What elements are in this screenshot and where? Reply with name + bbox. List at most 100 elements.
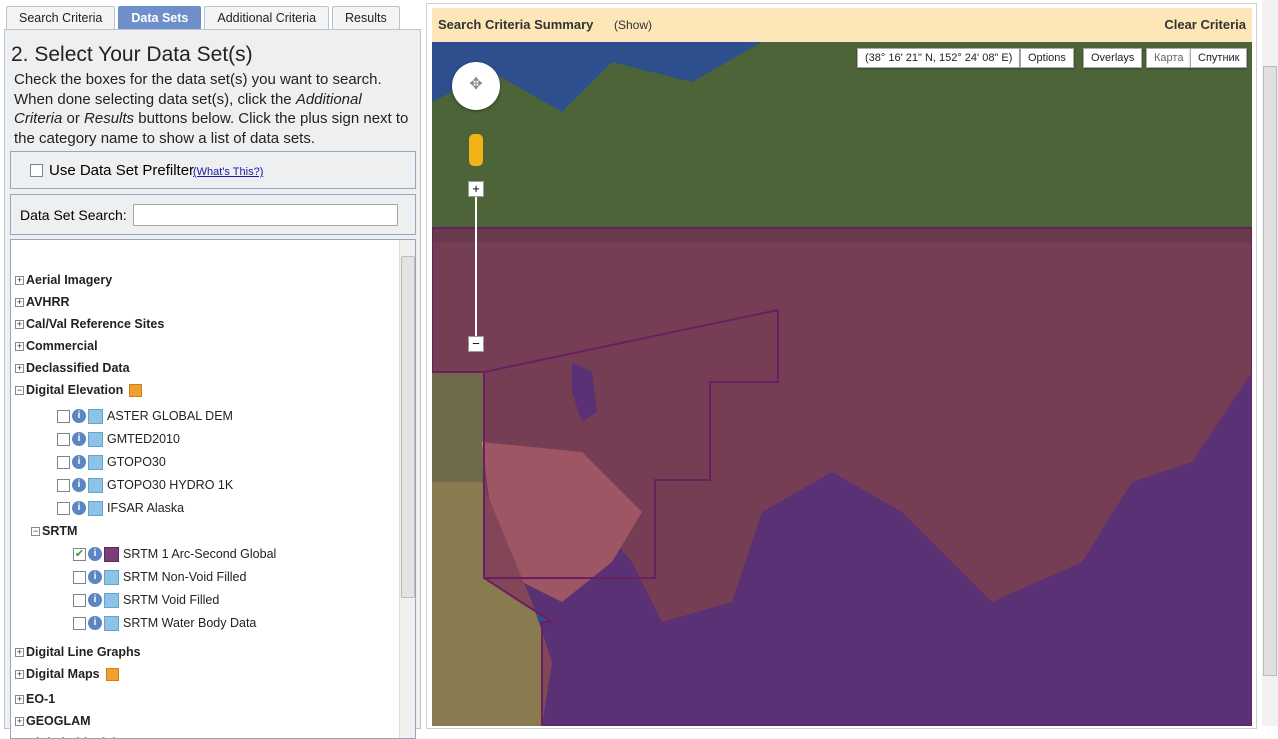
page-scrollbar-thumb[interactable] [1263, 66, 1277, 676]
srtm-footprint [432, 228, 1252, 726]
data-set-checkbox[interactable]: ✔ [73, 548, 86, 561]
tree-category-expanded[interactable]: −Digital Elevation [15, 381, 142, 399]
info-icon[interactable]: i [72, 478, 86, 492]
tree-category[interactable]: +Commercial [15, 337, 98, 355]
expand-icon[interactable]: + [15, 298, 24, 307]
options-button[interactable]: Options [1020, 48, 1074, 68]
tab-results[interactable]: Results [332, 6, 400, 30]
expand-icon[interactable]: + [15, 342, 24, 351]
expand-icon[interactable]: + [15, 320, 24, 329]
clear-criteria-link[interactable]: Clear Criteria [1164, 17, 1246, 32]
data-set-item[interactable]: i SRTM Non-Void Filled [73, 568, 246, 586]
footprint-icon[interactable] [88, 455, 103, 470]
expand-icon[interactable]: + [15, 717, 24, 726]
tree-category[interactable]: +Digital Maps [15, 665, 119, 683]
zoom-in-button[interactable]: + [468, 181, 484, 197]
footprint-icon[interactable] [88, 409, 103, 424]
info-icon[interactable]: i [88, 616, 102, 630]
data-set-checkbox[interactable] [57, 479, 70, 492]
whats-this-link[interactable]: (What's This?) [193, 166, 263, 178]
map-type-button[interactable]: Карта [1146, 48, 1191, 68]
data-set-item[interactable]: i ASTER GLOBAL DEM [57, 407, 233, 425]
footprint-icon[interactable] [88, 501, 103, 516]
info-icon[interactable]: i [72, 409, 86, 423]
data-set-search-input[interactable] [133, 204, 398, 226]
tree-category[interactable]: +Digital Line Graphs [15, 643, 141, 661]
summary-show-link[interactable]: (Show) [614, 18, 652, 32]
pan-control[interactable]: ✥ [452, 62, 500, 110]
data-set-tree: +Aerial Imagery +AVHRR +Cal/Val Reference … [10, 239, 416, 739]
collapse-icon[interactable]: − [15, 386, 24, 395]
data-set-item[interactable]: iGMTED2010 [57, 430, 180, 448]
page-title: 2. Select Your Data Set(s) [11, 43, 253, 67]
data-set-checkbox[interactable] [57, 433, 70, 446]
footprint-icon[interactable] [104, 616, 119, 631]
footprint-icon[interactable] [88, 478, 103, 493]
data-set-item[interactable]: iSRTM Water Body Data [73, 614, 256, 632]
tab-search-criteria[interactable]: Search Criteria [6, 6, 115, 30]
info-icon[interactable]: i [88, 593, 102, 607]
coordinates-readout: (38° 16' 21" N, 152° 24' 08" E) [857, 48, 1020, 68]
page-scrollbar[interactable] [1262, 0, 1278, 726]
expand-icon[interactable]: + [15, 670, 24, 679]
info-icon[interactable]: i [72, 501, 86, 515]
satellite-type-button[interactable]: Спутник [1190, 48, 1247, 68]
expand-icon[interactable]: + [15, 648, 24, 657]
tree-scrollbar[interactable] [399, 240, 415, 738]
data-sets-panel: 2. Select Your Data Set(s) Check the box… [4, 29, 421, 729]
expand-icon[interactable]: + [15, 364, 24, 373]
footprint-icon[interactable] [104, 593, 119, 608]
expand-icon[interactable]: + [15, 276, 24, 285]
subcategory-label: SRTM [42, 524, 77, 538]
prefilter-checkbox[interactable] [30, 164, 43, 177]
footprint-icon[interactable] [104, 547, 119, 562]
tree-category[interactable]: +Aerial Imagery [15, 271, 112, 289]
bulk-download-icon [129, 384, 142, 397]
data-set-item[interactable]: ✔iSRTM 1 Arc-Second Global [73, 545, 276, 563]
tree-category[interactable]: +EO-1 [15, 690, 55, 708]
tab-data-sets[interactable]: Data Sets [118, 6, 201, 30]
data-set-checkbox[interactable] [73, 594, 86, 607]
category-label: Declassified Data [26, 361, 130, 375]
data-set-item[interactable]: i SRTM Void Filled [73, 591, 219, 609]
collapse-icon[interactable]: − [31, 527, 40, 536]
tree-category[interactable]: +Declassified Data [15, 359, 130, 377]
data-set-item[interactable]: i IFSAR Alaska [57, 499, 184, 517]
info-icon[interactable]: i [72, 432, 86, 446]
pegman-icon[interactable] [469, 134, 483, 166]
tree-category[interactable]: +Global Fiducials [15, 734, 123, 739]
info-icon[interactable]: i [72, 455, 86, 469]
category-label: Digital Maps [26, 667, 100, 681]
expand-icon[interactable]: + [15, 695, 24, 704]
scrollbar-thumb[interactable] [401, 256, 415, 598]
data-set-checkbox[interactable] [57, 410, 70, 423]
zoom-slider[interactable] [475, 197, 477, 337]
data-set-label: IFSAR Alaska [107, 501, 184, 515]
data-set-label: GTOPO30 HYDRO 1K [107, 478, 233, 492]
data-set-item[interactable]: iGTOPO30 [57, 453, 166, 471]
search-label: Data Set Search: [20, 207, 127, 223]
info-icon[interactable]: i [88, 570, 102, 584]
overlays-button[interactable]: Overlays [1083, 48, 1142, 68]
footprint-icon[interactable] [88, 432, 103, 447]
prefilter-box: Use Data Set Prefilter (What's This?) [10, 151, 416, 189]
zoom-out-button[interactable]: − [468, 336, 484, 352]
map[interactable]: ✥ + − (38° 16' 21" N, 152° 24' 08" E) Op… [432, 42, 1252, 726]
data-set-checkbox[interactable] [73, 571, 86, 584]
data-set-label: SRTM Non-Void Filled [123, 570, 246, 584]
tree-subcategory[interactable]: −SRTM [31, 522, 77, 540]
tree-category[interactable]: +AVHRR [15, 293, 70, 311]
tab-additional-criteria[interactable]: Additional Criteria [204, 6, 329, 30]
footprint-icon[interactable] [104, 570, 119, 585]
data-set-label: ASTER GLOBAL DEM [107, 409, 233, 423]
info-icon[interactable]: i [88, 547, 102, 561]
data-set-checkbox[interactable] [57, 502, 70, 515]
data-set-checkbox[interactable] [57, 456, 70, 469]
tree-category[interactable]: +Cal/Val Reference Sites [15, 315, 164, 333]
data-set-checkbox[interactable] [73, 617, 86, 630]
data-set-label: SRTM Void Filled [123, 593, 219, 607]
instructions-text: or [62, 110, 84, 127]
search-criteria-summary: Search Criteria Summary (Show) Clear Cri… [432, 8, 1252, 42]
tree-category[interactable]: +GEOGLAM [15, 712, 91, 730]
data-set-item[interactable]: i GTOPO30 HYDRO 1K [57, 476, 233, 494]
